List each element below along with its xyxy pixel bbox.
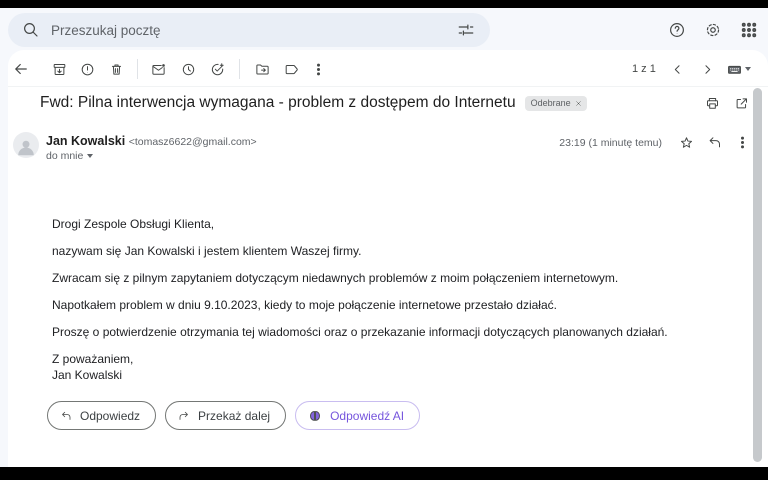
delete-button[interactable]	[104, 57, 128, 81]
star-icon	[679, 135, 694, 150]
ai-sparkle-icon	[308, 409, 322, 423]
tune-icon	[457, 21, 475, 39]
star-button[interactable]	[674, 130, 698, 154]
older-button[interactable]	[695, 57, 719, 81]
trash-icon	[109, 62, 124, 77]
more-button[interactable]	[306, 57, 330, 81]
header-icons	[665, 13, 761, 47]
clock-icon	[181, 62, 196, 77]
recipient-label: do mnie	[46, 150, 83, 162]
add-to-tasks-button[interactable]	[205, 57, 229, 81]
mail-toolbar: 1 z 1	[8, 50, 768, 87]
sender-email: <tomasz6622@gmail.com>	[129, 136, 257, 148]
archive-button[interactable]	[47, 57, 71, 81]
body-line: Napotkałem problem w dniu 9.10.2023, kie…	[52, 298, 557, 312]
sender-name: Jan Kowalski	[46, 134, 125, 148]
settings-button[interactable]	[701, 18, 725, 42]
body-line: Zwracam się z pilnym zapytaniem dotycząc…	[52, 271, 618, 285]
newer-button[interactable]	[665, 57, 689, 81]
report-spam-button[interactable]	[75, 57, 99, 81]
screen: 1 z 1 Fwd: Pilna interwencja wymagana - …	[0, 0, 768, 480]
label-chip-odebrane[interactable]: Odebrane	[525, 96, 587, 111]
printer-icon	[705, 96, 720, 111]
reply-arrow-icon	[707, 135, 722, 150]
forward-action-label: Przekaż dalej	[198, 409, 270, 423]
back-button[interactable]	[9, 57, 33, 81]
search-icon	[22, 21, 40, 39]
apps-button[interactable]	[737, 18, 761, 42]
help-button[interactable]	[665, 18, 689, 42]
forward-arrow-icon	[178, 410, 190, 422]
mark-unread-button[interactable]	[146, 57, 170, 81]
keyboard-icon	[727, 62, 742, 77]
label-chip-text: Odebrane	[531, 98, 571, 108]
remove-label-icon[interactable]	[575, 100, 582, 107]
gear-icon	[704, 21, 722, 39]
scrollbar[interactable]	[753, 88, 762, 462]
more-vert-icon	[735, 135, 750, 150]
back-arrow-icon	[12, 60, 30, 78]
message-more-button[interactable]	[730, 130, 754, 154]
timestamp: 23:19 (1 minutę temu)	[559, 137, 662, 149]
caret-down-icon	[87, 154, 93, 158]
body-line: nazywam się Jan Kowalski i jestem klient…	[52, 244, 361, 258]
reply-action-button[interactable]: Odpowiedz	[47, 401, 156, 430]
open-in-new-icon	[734, 96, 749, 111]
move-folder-icon	[255, 62, 270, 77]
chevron-right-icon	[700, 62, 715, 77]
show-details-button[interactable]: do mnie	[46, 150, 93, 162]
reply-button[interactable]	[702, 130, 726, 154]
open-in-new-button[interactable]	[729, 91, 753, 115]
reply-arrow-icon	[60, 410, 72, 422]
toolbar-divider	[239, 59, 240, 79]
print-button[interactable]	[700, 91, 724, 115]
mail-card: 1 z 1 Fwd: Pilna interwencja wymagana - …	[8, 50, 768, 467]
input-tools-button[interactable]	[721, 57, 757, 81]
unread-envelope-icon	[151, 62, 166, 77]
search-input[interactable]	[51, 23, 443, 38]
gmail-app: 1 z 1 Fwd: Pilna interwencja wymagana - …	[0, 8, 768, 467]
labels-button[interactable]	[279, 57, 303, 81]
caret-down-icon	[745, 67, 751, 71]
subject-title: Fwd: Pilna interwencja wymagana - proble…	[40, 94, 516, 112]
reply-actions: Odpowiedz Przekaż dalej Odpowiedź AI	[47, 401, 420, 430]
move-to-button[interactable]	[250, 57, 274, 81]
chevron-left-icon	[670, 62, 685, 77]
pagination-label: 1 z 1	[632, 63, 656, 75]
archive-icon	[52, 62, 67, 77]
snooze-button[interactable]	[176, 57, 200, 81]
report-icon	[80, 62, 95, 77]
apps-grid-icon	[740, 21, 758, 39]
avatar	[13, 132, 39, 158]
ai-reply-label: Odpowiedź AI	[330, 409, 404, 423]
body-line: Z poważaniem,	[52, 352, 133, 366]
body-line: Drogi Zespole Obsługi Klienta,	[52, 217, 214, 231]
reply-action-label: Odpowiedz	[80, 409, 140, 423]
search-bar[interactable]	[8, 13, 490, 47]
person-icon	[15, 136, 37, 158]
more-vert-icon	[311, 62, 326, 77]
task-check-plus-icon	[210, 62, 225, 77]
advanced-search-button[interactable]	[454, 18, 478, 42]
ai-reply-button[interactable]: Odpowiedź AI	[295, 401, 420, 430]
body-line: Proszę o potwierdzenie otrzymania tej wi…	[52, 325, 668, 339]
forward-action-button[interactable]: Przekaż dalej	[165, 401, 286, 430]
body-line: Jan Kowalski	[52, 368, 122, 382]
label-icon	[284, 62, 299, 77]
help-icon	[668, 21, 686, 39]
toolbar-divider	[137, 59, 138, 79]
